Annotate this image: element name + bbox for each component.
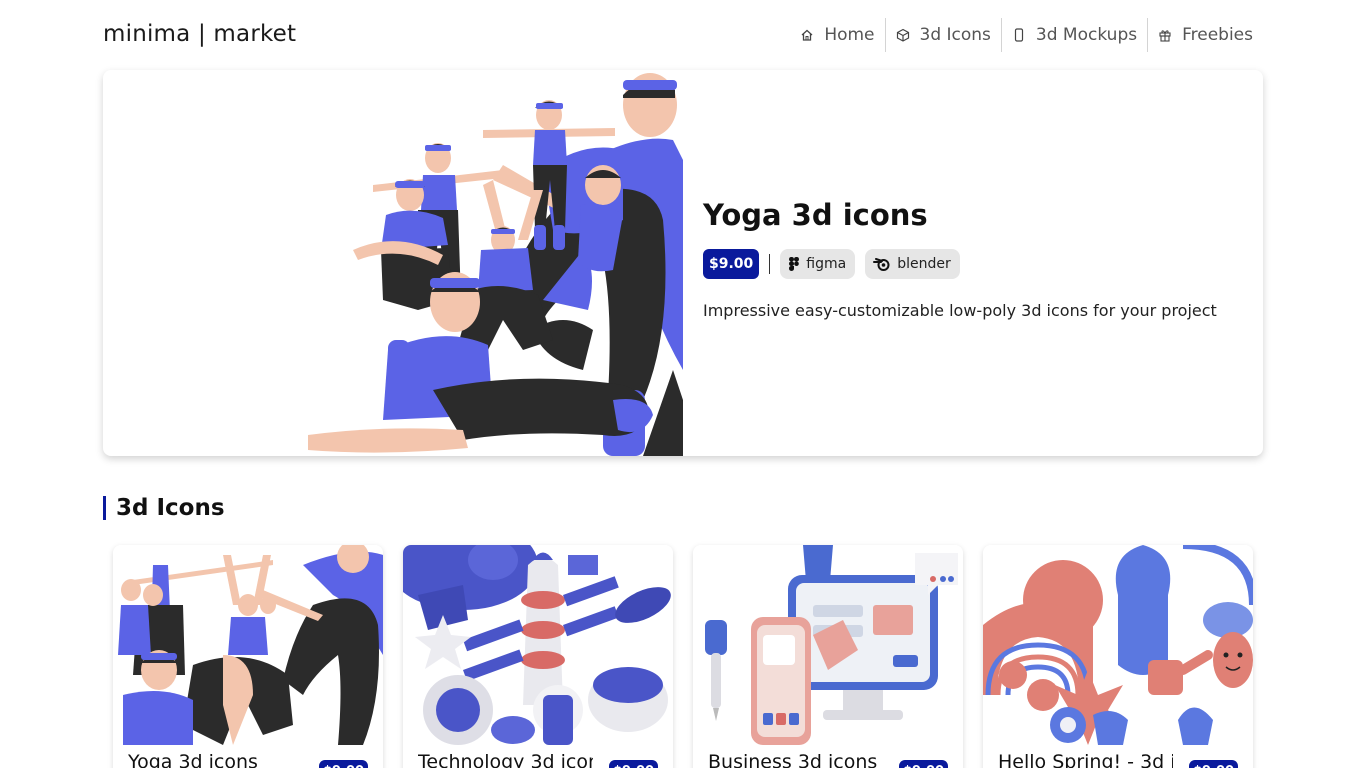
nav-item-home[interactable]: Home [790,18,884,52]
featured-product-info: Yoga 3d icons $9.00 figma blender Impres… [703,198,1243,320]
card-title: Business 3d icons [708,751,878,768]
figma-label: figma [806,256,847,272]
featured-product-card[interactable]: Yoga 3d icons $9.00 figma blender Impres… [103,70,1263,456]
card-title: Hello Spring! - 3d icons [998,751,1173,768]
product-card[interactable]: Business 3d icons $9.00 [693,545,963,768]
blender-icon [873,258,890,271]
card-price-badge: $9.00 [899,760,948,768]
product-card[interactable]: Hello Spring! - 3d icons $9.00 [983,545,1253,768]
nav-label: Freebies [1182,25,1253,45]
nav-label: 3d Mockups [1035,25,1138,45]
card-title: Technology 3d icons [418,751,593,768]
nav-item-3d-mockups[interactable]: 3d Mockups [1000,18,1147,52]
yoga-figures-illustration [308,73,683,456]
product-thumbnail [693,545,963,745]
product-thumbnail [113,545,383,745]
figma-icon [789,257,800,271]
product-card[interactable]: Yoga 3d icons $9.00 [113,545,383,768]
nav-item-3d-icons[interactable]: 3d Icons [884,18,1001,52]
product-title[interactable]: Yoga 3d icons [703,198,1243,232]
card-title: Yoga 3d icons [128,751,258,768]
phone-icon [1012,28,1026,42]
card-price-badge: $9.00 [1189,760,1238,768]
nav-label: Home [824,25,875,45]
product-thumbnail [403,545,673,745]
home-icon [800,28,814,42]
site-header: minima | market Home 3d Icons 3d Mockups… [103,0,1263,70]
figma-badge: figma [780,249,856,279]
gift-icon [1158,28,1172,42]
section-title: 3d Icons [103,496,225,520]
product-card[interactable]: Technology 3d icons $9.00 [403,545,673,768]
nav-label: 3d Icons [919,25,991,45]
brand-logo[interactable]: minima | market [103,21,296,47]
product-description: Impressive easy-customizable low-poly 3d… [703,301,1217,320]
card-price-badge: $9.00 [319,760,368,768]
cube-icon [896,28,910,42]
blender-badge: blender [865,249,960,279]
badge-divider [769,254,771,274]
product-thumbnail [983,545,1253,745]
card-price-badge: $9.00 [609,760,658,768]
product-badges: $9.00 figma blender [703,249,1243,279]
blender-label: blender [897,256,951,272]
nav-item-freebies[interactable]: Freebies [1147,18,1263,52]
main-nav: Home 3d Icons 3d Mockups Freebies [790,18,1263,52]
price-badge: $9.00 [703,249,760,279]
